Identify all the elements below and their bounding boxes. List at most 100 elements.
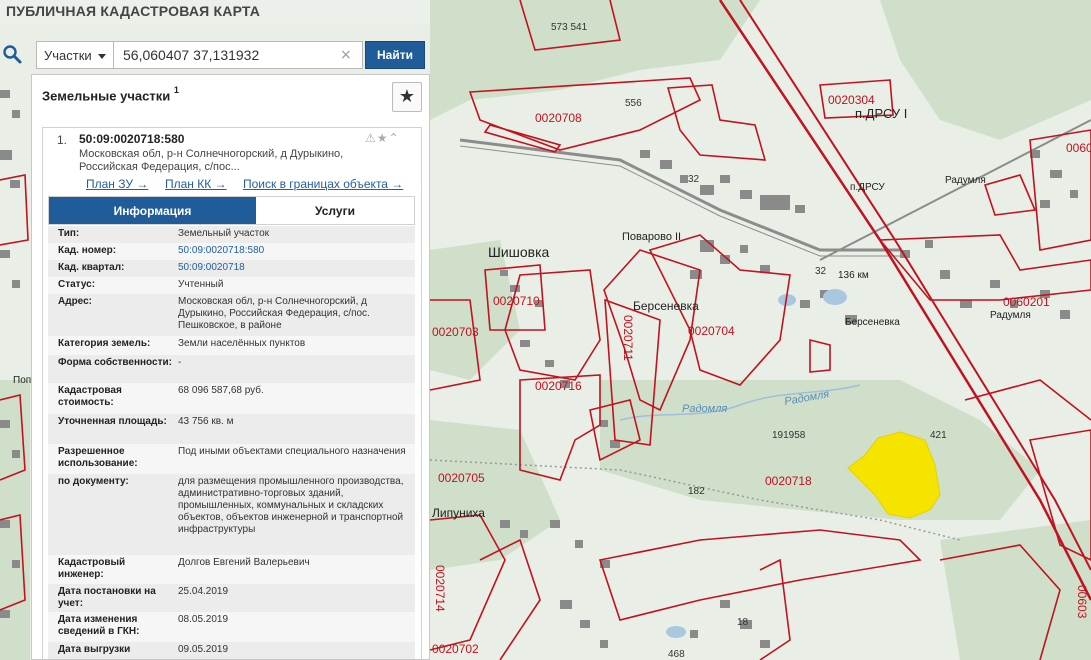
attribute-label: Статус: [58,279,96,290]
attribute-row: Разрешенное использование: Под иными объ… [48,444,415,474]
attribute-label: по документу: [58,476,129,487]
attribute-row: Кад. номер: 50:09:0020718:580 [48,243,415,260]
parcel-label: 0020714 [433,565,447,612]
attribute-value: для размещения промышленного производств… [178,476,404,535]
chevron-down-icon [98,54,106,59]
map-number: 468 [668,649,685,660]
parcel-card-header[interactable]: 1. 50:09:0020718:580 Московская обл, р-н… [43,128,421,193]
plan-zu-link[interactable]: План ЗУ → [86,177,148,191]
parcel-cadastral-number[interactable]: 50:09:0020718:580 [79,132,184,146]
attribute-label: Дата изменения сведений в ГКН: [58,614,140,637]
attribute-label: Дата выгрузки [58,644,131,655]
attribute-label: Разрешенное использование: [58,446,138,469]
search-button[interactable]: Найти [365,41,425,69]
attribute-value-link[interactable]: 50:09:0020718 [178,262,408,274]
attribute-label: Кадастровая стоимость: [58,385,122,408]
attribute-row: Дата постановки на учет: 25.04.2019 [48,584,415,612]
place-label: Поварово II [622,231,681,243]
place-label: п.ДРСУ I [855,106,907,121]
place-label: Шишовка [488,244,550,260]
attribute-value: 68 096 587,68 руб. [178,385,264,396]
parcel-label: 0020708 [535,111,582,125]
parcel-label: 0020705 [438,471,485,485]
attribute-value: Учтенный [178,279,224,290]
attribute-label: Форма собственности: [58,357,172,368]
search-input[interactable]: 56,060407 37,131932 [113,41,363,69]
search-in-bounds-link[interactable]: Поиск в границах объекта → [243,177,403,191]
map-number: 182 [688,486,705,497]
app-title: ПУБЛИЧНАЯ КАДАСТРОВАЯ КАРТА [0,0,430,24]
attribute-row: Дата изменения сведений в ГКН: 08.05.201… [48,612,415,642]
attribute-row: Дата выгрузки 09.05.2019 [48,642,415,659]
parcel-label: 0020718 [765,474,812,488]
plan-kk-link[interactable]: План КК → [165,177,227,191]
parcel-label: 00603 [1075,585,1089,619]
attribute-label: Тип: [58,228,80,239]
attribute-value: - [178,357,182,368]
place-label: Радумля [945,175,986,186]
place-label: Поп [13,375,31,386]
map-number: 556 [625,98,642,109]
attribute-value: 43 756 кв. м [178,416,234,427]
parcel-index: 1. [57,133,68,147]
attribute-row: Кадастровый инженер: Долгов Евгений Вале… [48,555,415,584]
attribute-label: Кад. квартал: [58,262,125,273]
panel-title-text: Земельные участки [42,88,171,104]
star-icon: ★ [398,86,416,107]
attribute-row: Статус: Учтенный [48,277,415,294]
attribute-row: по документу: для размещения промышленно… [48,474,415,555]
result-count: 1 [173,85,179,95]
parcel-actions-icon[interactable]: ⚠★⌃ [365,131,400,145]
favorites-button[interactable]: ★ [392,82,422,112]
search-query-text: 56,060407 37,131932 [123,47,260,63]
attribute-value: 09.05.2019 [178,644,229,655]
place-label: Берсеневка [845,317,900,328]
clear-icon[interactable]: × [340,47,352,63]
attribute-label: Уточненная площадь: [58,416,167,427]
map-number: 191958 [772,430,806,441]
attribute-value: Долгов Евгений Валерьевич [178,557,310,568]
tab-services[interactable]: Услуги [256,197,414,224]
panel-header: Земельные участки 1 ★ [32,75,429,121]
search-type-dropdown[interactable]: Участки [36,41,114,69]
panel-title: Земельные участки 1 [42,85,179,104]
map-number: 573 541 [551,22,588,33]
parcel-label: 0020710 [493,294,540,308]
map-number: 32 [688,174,700,185]
parcel-label: 0060201 [1003,295,1050,309]
map-number: 32 [815,266,827,277]
parcel-label: 0020304 [828,93,875,107]
place-label: Берсеневка [633,299,699,313]
attribute-value: 25.04.2019 [178,586,229,597]
attribute-row: Форма собственности: - [48,355,415,383]
attribute-value: Московская обл, р-н Солнечногорский, д Д… [178,296,370,331]
parcel-label: 00606 [1066,141,1091,155]
attribute-row: Тип: Земельный участок [48,226,415,243]
attribute-value: 08.05.2019 [178,614,229,625]
search-icon[interactable] [2,44,22,64]
attribute-label: Адрес: [58,296,92,307]
map-number: 421 [930,430,947,441]
place-label: п.ДРСУ [850,182,885,193]
attribute-label: Категория земель: [58,338,151,349]
attribute-value-link[interactable]: 50:09:0020718:580 [178,245,408,257]
attribute-row: Кад. квартал: 50:09:0020718 [48,260,415,277]
parcel-label: 0020704 [688,324,735,338]
results-panel: Земельные участки 1 ★ 1. 50:09:0020718:5… [31,74,430,660]
place-label: Радумля [990,310,1031,321]
parcel-label: 0020703 [432,325,479,339]
parcel-label: 0020711 [621,315,635,361]
parcel-address: Московская обл, р-н Солнечногорский, д Д… [79,148,344,173]
tab-bar: Информация Услуги [48,196,415,225]
place-label: Липуниха [432,506,485,520]
parcel-label: 0020702 [432,642,479,656]
parcel-label: 0020716 [535,379,582,393]
place-label: 136 км [838,270,869,281]
attribute-value: Земли населённых пунктов [178,338,306,349]
river-label: Радомля [682,403,727,415]
search-type-label: Участки [44,48,92,63]
attribute-label: Кад. номер: [58,245,117,256]
attribute-row: Уточненная площадь: 43 756 кв. м [48,414,415,444]
parcel-links: План ЗУ → План КК → Поиск в границах объ… [86,177,421,193]
tab-information[interactable]: Информация [49,197,256,224]
